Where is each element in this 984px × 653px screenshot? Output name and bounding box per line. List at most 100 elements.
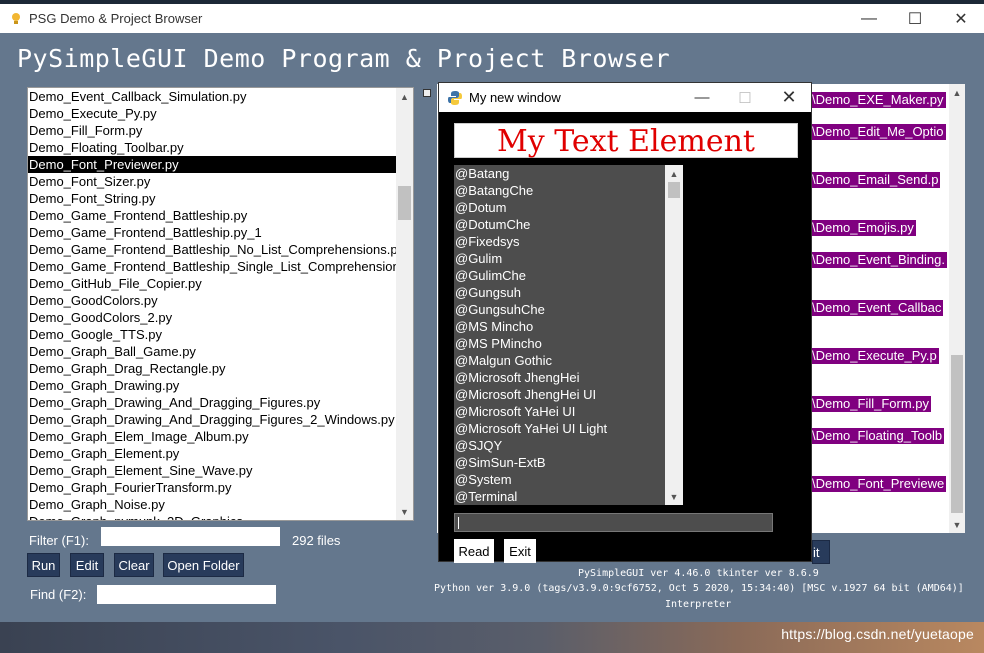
edit-button[interactable]: Edit xyxy=(70,553,104,577)
font-list-item[interactable]: @Microsoft JhengHei xyxy=(454,369,666,386)
main-titlebar[interactable]: PSG Demo & Project Browser — ☐ ✕ xyxy=(0,4,984,33)
output-line: \Demo_Event_Binding. xyxy=(812,252,947,268)
file-list-item[interactable]: Demo_GoodColors.py xyxy=(28,292,398,309)
minimize-button[interactable]: — xyxy=(679,83,725,112)
maximize-button[interactable]: ☐ xyxy=(722,83,768,112)
file-list-item[interactable]: Demo_GoodColors_2.py xyxy=(28,309,398,326)
font-list-item[interactable]: @Gulim xyxy=(454,250,666,267)
popup-titlebar[interactable]: My new window — ☐ ✕ xyxy=(439,83,811,112)
find-input[interactable] xyxy=(97,585,276,604)
popup-input[interactable] xyxy=(454,513,773,532)
main-window-title: PSG Demo & Project Browser xyxy=(29,11,203,26)
file-list-item[interactable]: Demo_Graph_Drag_Rectangle.py xyxy=(28,360,398,377)
close-button[interactable]: ✕ xyxy=(766,83,812,112)
file-list-item[interactable]: Demo_Fill_Form.py xyxy=(28,122,398,139)
font-list-item[interactable]: @Dotum xyxy=(454,199,666,216)
file-list-item[interactable]: Demo_GitHub_File_Copier.py xyxy=(28,275,398,292)
filter-label: Filter (F1): xyxy=(29,533,89,548)
file-list-scroll-thumb[interactable] xyxy=(398,186,411,220)
file-list-item[interactable]: Demo_Graph_FourierTransform.py xyxy=(28,479,398,496)
exit-button[interactable]: Exit xyxy=(504,539,536,563)
popup-window: My new window — ☐ ✕ My Text Element @Bat… xyxy=(438,82,812,563)
font-list-item[interactable]: @MS PMincho xyxy=(454,335,666,352)
file-list-item[interactable]: Demo_Graph_Element_Sine_Wave.py xyxy=(28,462,398,479)
interpreter-line: Interpreter xyxy=(665,599,732,610)
file-list-item[interactable]: Demo_Font_Sizer.py xyxy=(28,173,398,190)
font-list-item[interactable]: @GulimChe xyxy=(454,267,666,284)
file-list-item[interactable]: Demo_Floating_Toolbar.py xyxy=(28,139,398,156)
clear-button[interactable]: Clear xyxy=(114,553,154,577)
watermark-text: https://blog.csdn.net/yuetaope xyxy=(781,626,974,642)
scroll-up-icon[interactable]: ▲ xyxy=(396,88,413,105)
popup-title: My new window xyxy=(469,90,561,105)
file-list-item[interactable]: Demo_Game_Frontend_Battleship_No_List_Co… xyxy=(28,241,398,258)
file-list-item[interactable]: Demo_Graph_Element.py xyxy=(28,445,398,462)
scroll-down-icon[interactable]: ▼ xyxy=(949,516,965,533)
font-list-item[interactable]: @Terminal xyxy=(454,488,666,505)
font-listbox[interactable]: @Batang @BatangChe @Dotum @DotumChe @Fixedsy… xyxy=(454,165,683,505)
font-list-item[interactable]: @Microsoft JhengHei UI xyxy=(454,386,666,403)
scroll-down-icon[interactable]: ▼ xyxy=(665,488,683,505)
file-list-item[interactable]: Demo_Font_Previewer.py xyxy=(28,156,398,173)
output-line: \Demo_Edit_Me_Optio xyxy=(812,124,946,140)
filter-input[interactable] xyxy=(101,527,280,546)
minimize-button[interactable]: — xyxy=(846,4,892,33)
output-line: \Demo_Floating_Toolb xyxy=(812,428,945,444)
file-list-items: Demo_Event_Callback_Simulation.py Demo_Ex… xyxy=(28,88,398,520)
output-scroll-thumb[interactable] xyxy=(951,355,963,513)
file-list-item[interactable]: Demo_Game_Frontend_Battleship.py_1 xyxy=(28,224,398,241)
output-line: \Demo_Fill_Form.py xyxy=(812,396,932,412)
text-element: My Text Element xyxy=(454,123,798,159)
find-label: Find (F2): xyxy=(30,587,87,602)
file-list-item[interactable]: Demo_Graph_Drawing_And_Dragging_Figures.… xyxy=(28,394,398,411)
font-list-item[interactable]: @GungsuhChe xyxy=(454,301,666,318)
file-list-scrollbar[interactable]: ▲ ▼ xyxy=(396,88,413,520)
file-listbox[interactable]: Demo_Event_Callback_Simulation.py Demo_Ex… xyxy=(27,87,414,521)
file-list-item[interactable]: Demo_Graph_Drawing_And_Dragging_Figures_… xyxy=(28,411,398,428)
font-list-item[interactable]: @SimSun-ExtB xyxy=(454,454,666,471)
font-list-item[interactable]: @Microsoft YaHei UI Light xyxy=(454,420,666,437)
run-button[interactable]: Run xyxy=(27,553,60,577)
app-title: PySimpleGUI Demo Program & Project Brows… xyxy=(17,44,671,73)
file-list-item[interactable]: Demo_Game_Frontend_Battleship.py xyxy=(28,207,398,224)
font-list-items: @Batang @BatangChe @Dotum @DotumChe @Fixedsy… xyxy=(454,165,666,505)
open-folder-button[interactable]: Open Folder xyxy=(163,553,244,577)
file-list-item[interactable]: Demo_Graph_Ball_Game.py xyxy=(28,343,398,360)
file-list-item[interactable]: Demo_Graph_Elem_Image_Album.py xyxy=(28,428,398,445)
file-list-item[interactable]: Demo_Font_String.py xyxy=(28,190,398,207)
scroll-down-icon[interactable]: ▼ xyxy=(396,503,413,520)
font-list-item[interactable]: @System xyxy=(454,471,666,488)
scroll-up-icon[interactable]: ▲ xyxy=(665,165,683,182)
font-list-item[interactable]: @Batang xyxy=(454,165,666,182)
font-list-item[interactable]: @MS Mincho xyxy=(454,318,666,335)
font-list-scroll-thumb[interactable] xyxy=(668,182,680,198)
file-list-item[interactable]: Demo_Graph_Drawing.py xyxy=(28,377,398,394)
lightbulb-icon xyxy=(12,12,20,24)
file-list-item[interactable]: Demo_Execute_Py.py xyxy=(28,105,398,122)
file-list-item[interactable]: Demo_Graph_Noise.py xyxy=(28,496,398,513)
font-list-item[interactable]: @BatangChe xyxy=(454,182,666,199)
font-list-item[interactable]: @Gungsuh xyxy=(454,284,666,301)
font-list-item[interactable]: @Malgun Gothic xyxy=(454,352,666,369)
scroll-up-icon[interactable]: ▲ xyxy=(949,84,965,101)
font-list-scrollbar[interactable]: ▲ ▼ xyxy=(665,165,683,505)
file-list-item[interactable]: Demo_Game_Frontend_Battleship_Single_Lis… xyxy=(28,258,398,275)
output-checkbox[interactable] xyxy=(423,89,431,97)
output-line: \Demo_Event_Callbac xyxy=(812,300,944,316)
maximize-button[interactable]: ☐ xyxy=(892,4,938,33)
output-line: \Demo_Emojis.py xyxy=(812,220,916,236)
file-list-item[interactable]: Demo_Graph_pymunk_2D_Graphics xyxy=(28,513,398,520)
exit-app-button[interactable]: it xyxy=(812,540,830,564)
font-list-item[interactable]: @DotumChe xyxy=(454,216,666,233)
output-scrollbar[interactable]: ▲ ▼ xyxy=(949,84,965,533)
file-list-item[interactable]: Demo_Google_TTS.py xyxy=(28,326,398,343)
read-button[interactable]: Read xyxy=(454,539,494,563)
close-button[interactable]: ✕ xyxy=(938,4,984,33)
python-icon xyxy=(448,90,462,105)
file-list-item[interactable]: Demo_Event_Callback_Simulation.py xyxy=(28,88,398,105)
font-list-item[interactable]: @Microsoft YaHei UI xyxy=(454,403,666,420)
font-list-item[interactable]: @Fixedsys xyxy=(454,233,666,250)
output-line: \Demo_Font_Previewe xyxy=(812,476,947,492)
font-list-item[interactable]: @SJQY xyxy=(454,437,666,454)
output-line: \Demo_Email_Send.p xyxy=(812,172,941,188)
